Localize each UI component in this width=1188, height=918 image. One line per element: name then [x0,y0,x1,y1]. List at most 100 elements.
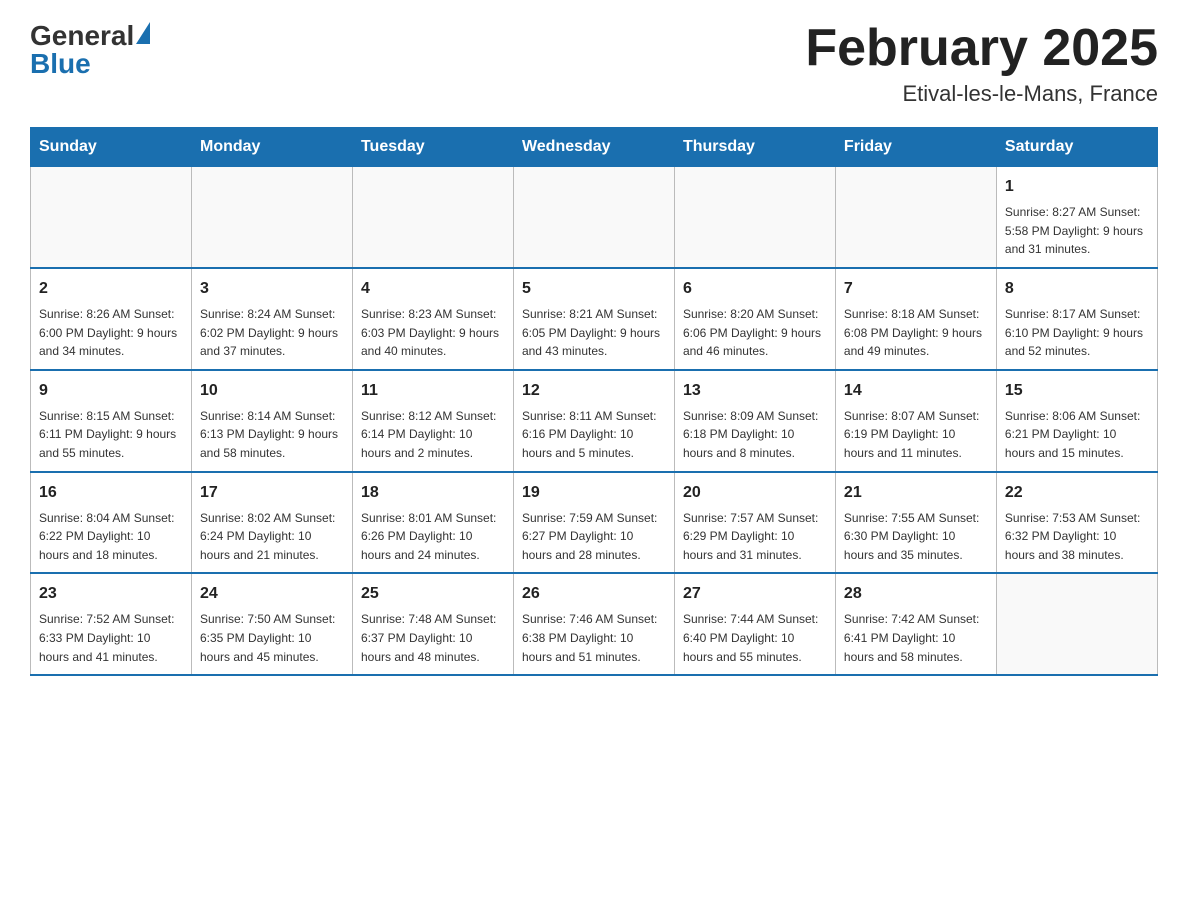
calendar-day-cell [674,167,835,268]
calendar-week-row: 23 Sunrise: 7:52 AM Sunset: 6:33 PM Dayli… [31,573,1158,675]
day-info: Sunrise: 7:52 AM Sunset: 6:33 PM Dayligh… [39,610,183,666]
day-number: 12 [522,379,666,403]
day-info: Sunrise: 8:14 AM Sunset: 6:13 PM Dayligh… [200,407,344,463]
calendar-day-cell: 12 Sunrise: 8:11 AM Sunset: 6:16 PM Dayli… [513,370,674,472]
day-info: Sunrise: 8:02 AM Sunset: 6:24 PM Dayligh… [200,509,344,565]
calendar-day-cell: 9 Sunrise: 8:15 AM Sunset: 6:11 PM Daylig… [31,370,192,472]
day-number: 9 [39,379,183,403]
calendar-day-cell: 4 Sunrise: 8:23 AM Sunset: 6:03 PM Daylig… [352,268,513,370]
day-number: 20 [683,481,827,505]
day-number: 15 [1005,379,1149,403]
calendar-table: SundayMondayTuesdayWednesdayThursdayFrid… [30,127,1158,676]
weekday-header-monday: Monday [191,128,352,167]
day-number: 13 [683,379,827,403]
day-info: Sunrise: 8:07 AM Sunset: 6:19 PM Dayligh… [844,407,988,463]
calendar-day-cell: 2Sunrise: 8:26 AM Sunset: 6:00 PM Daylig… [31,268,192,370]
day-info: Sunrise: 8:11 AM Sunset: 6:16 PM Dayligh… [522,407,666,463]
calendar-day-cell: 16Sunrise: 8:04 AM Sunset: 6:22 PM Dayli… [31,472,192,574]
day-info: Sunrise: 7:53 AM Sunset: 6:32 PM Dayligh… [1005,509,1149,565]
day-info: Sunrise: 8:20 AM Sunset: 6:06 PM Dayligh… [683,305,827,361]
day-number: 5 [522,277,666,301]
day-info: Sunrise: 7:46 AM Sunset: 6:38 PM Dayligh… [522,610,666,666]
day-info: Sunrise: 8:23 AM Sunset: 6:03 PM Dayligh… [361,305,505,361]
calendar-title: February 2025 [805,20,1158,77]
day-info: Sunrise: 8:15 AM Sunset: 6:11 PM Dayligh… [39,407,183,463]
day-number: 27 [683,582,827,606]
day-info: Sunrise: 7:44 AM Sunset: 6:40 PM Dayligh… [683,610,827,666]
day-number: 24 [200,582,344,606]
day-info: Sunrise: 7:59 AM Sunset: 6:27 PM Dayligh… [522,509,666,565]
calendar-week-row: 1 Sunrise: 8:27 AM Sunset: 5:58 PM Daylig… [31,167,1158,268]
day-number: 26 [522,582,666,606]
logo-blue-text: Blue [30,48,150,80]
day-number: 8 [1005,277,1149,301]
calendar-day-cell: 23 Sunrise: 7:52 AM Sunset: 6:33 PM Dayli… [31,573,192,675]
calendar-day-cell: 5Sunrise: 8:21 AM Sunset: 6:05 PM Daylig… [513,268,674,370]
calendar-day-cell [835,167,996,268]
day-number: 28 [844,582,988,606]
weekday-header-wednesday: Wednesday [513,128,674,167]
logo-triangle-icon [136,22,150,44]
day-number: 3 [200,277,344,301]
calendar-day-cell [513,167,674,268]
day-number: 25 [361,582,505,606]
calendar-day-cell: 15 Sunrise: 8:06 AM Sunset: 6:21 PM Dayli… [996,370,1157,472]
calendar-day-cell: 19 Sunrise: 7:59 AM Sunset: 6:27 PM Dayli… [513,472,674,574]
day-number: 22 [1005,481,1149,505]
calendar-day-cell: 18Sunrise: 8:01 AM Sunset: 6:26 PM Dayli… [352,472,513,574]
day-number: 14 [844,379,988,403]
day-number: 11 [361,379,505,403]
day-number: 19 [522,481,666,505]
calendar-week-row: 16Sunrise: 8:04 AM Sunset: 6:22 PM Dayli… [31,472,1158,574]
calendar-day-cell: 6 Sunrise: 8:20 AM Sunset: 6:06 PM Daylig… [674,268,835,370]
calendar-day-cell: 17Sunrise: 8:02 AM Sunset: 6:24 PM Dayli… [191,472,352,574]
day-info: Sunrise: 7:50 AM Sunset: 6:35 PM Dayligh… [200,610,344,666]
day-info: Sunrise: 8:09 AM Sunset: 6:18 PM Dayligh… [683,407,827,463]
day-info: Sunrise: 8:27 AM Sunset: 5:58 PM Dayligh… [1005,203,1149,259]
day-info: Sunrise: 7:57 AM Sunset: 6:29 PM Dayligh… [683,509,827,565]
calendar-week-row: 2Sunrise: 8:26 AM Sunset: 6:00 PM Daylig… [31,268,1158,370]
page-header: General Blue February 2025 Etival-les-le… [30,20,1158,107]
weekday-header-thursday: Thursday [674,128,835,167]
title-block: February 2025 Etival-les-le-Mans, France [805,20,1158,107]
calendar-day-cell [996,573,1157,675]
calendar-day-cell: 11 Sunrise: 8:12 AM Sunset: 6:14 PM Dayli… [352,370,513,472]
calendar-day-cell: 25Sunrise: 7:48 AM Sunset: 6:37 PM Dayli… [352,573,513,675]
calendar-day-cell: 10 Sunrise: 8:14 AM Sunset: 6:13 PM Dayli… [191,370,352,472]
day-number: 23 [39,582,183,606]
day-number: 7 [844,277,988,301]
calendar-day-cell: 22 Sunrise: 7:53 AM Sunset: 6:32 PM Dayli… [996,472,1157,574]
weekday-header-tuesday: Tuesday [352,128,513,167]
day-number: 21 [844,481,988,505]
calendar-day-cell: 13 Sunrise: 8:09 AM Sunset: 6:18 PM Dayli… [674,370,835,472]
day-number: 2 [39,277,183,301]
day-info: Sunrise: 7:42 AM Sunset: 6:41 PM Dayligh… [844,610,988,666]
day-info: Sunrise: 8:12 AM Sunset: 6:14 PM Dayligh… [361,407,505,463]
calendar-day-cell: 20 Sunrise: 7:57 AM Sunset: 6:29 PM Dayli… [674,472,835,574]
calendar-day-cell: 24 Sunrise: 7:50 AM Sunset: 6:35 PM Dayli… [191,573,352,675]
day-number: 4 [361,277,505,301]
weekday-header-row: SundayMondayTuesdayWednesdayThursdayFrid… [31,128,1158,167]
calendar-week-row: 9 Sunrise: 8:15 AM Sunset: 6:11 PM Daylig… [31,370,1158,472]
calendar-day-cell: 14 Sunrise: 8:07 AM Sunset: 6:19 PM Dayli… [835,370,996,472]
day-info: Sunrise: 8:18 AM Sunset: 6:08 PM Dayligh… [844,305,988,361]
calendar-day-cell: 28 Sunrise: 7:42 AM Sunset: 6:41 PM Dayli… [835,573,996,675]
day-number: 6 [683,277,827,301]
day-number: 1 [1005,175,1149,199]
day-info: Sunrise: 8:06 AM Sunset: 6:21 PM Dayligh… [1005,407,1149,463]
day-info: Sunrise: 8:24 AM Sunset: 6:02 PM Dayligh… [200,305,344,361]
logo: General Blue [30,20,150,80]
weekday-header-friday: Friday [835,128,996,167]
calendar-day-cell: 26 Sunrise: 7:46 AM Sunset: 6:38 PM Dayli… [513,573,674,675]
day-number: 18 [361,481,505,505]
calendar-day-cell [31,167,192,268]
calendar-day-cell: 1 Sunrise: 8:27 AM Sunset: 5:58 PM Daylig… [996,167,1157,268]
calendar-day-cell: 7 Sunrise: 8:18 AM Sunset: 6:08 PM Daylig… [835,268,996,370]
day-number: 10 [200,379,344,403]
calendar-day-cell: 27 Sunrise: 7:44 AM Sunset: 6:40 PM Dayli… [674,573,835,675]
weekday-header-saturday: Saturday [996,128,1157,167]
day-info: Sunrise: 7:55 AM Sunset: 6:30 PM Dayligh… [844,509,988,565]
calendar-day-cell: 8Sunrise: 8:17 AM Sunset: 6:10 PM Daylig… [996,268,1157,370]
calendar-day-cell [352,167,513,268]
calendar-day-cell [191,167,352,268]
